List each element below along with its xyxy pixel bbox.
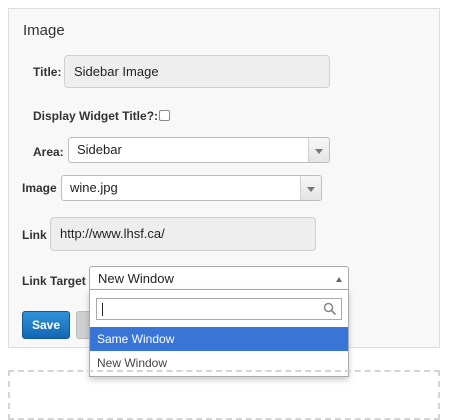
chevron-down-icon	[307, 187, 315, 192]
save-button[interactable]: Save	[22, 311, 70, 339]
link-target-value: New Window	[98, 271, 174, 286]
image-label: Image	[22, 181, 57, 195]
area-label: Area:	[33, 145, 64, 159]
link-target-dropdown: Same Window New Window	[89, 289, 349, 377]
link-label: Link	[22, 228, 47, 242]
dropdown-option-same-window[interactable]: Same Window	[90, 327, 348, 351]
image-select-arrow[interactable]	[300, 176, 321, 200]
link-field[interactable]: http://www.lhsf.ca/	[50, 217, 316, 251]
text-cursor	[102, 303, 103, 316]
display-title-checkbox[interactable]	[159, 110, 170, 121]
link-value: http://www.lhsf.ca/	[60, 226, 165, 241]
secondary-button[interactable]	[76, 311, 90, 339]
image-value: wine.jpg	[70, 180, 118, 195]
title-value: Sidebar Image	[74, 64, 159, 79]
image-select[interactable]: wine.jpg	[61, 175, 322, 201]
link-target-label: Link Target	[22, 274, 86, 288]
dropdown-search-input[interactable]	[96, 298, 342, 320]
title-label: Title:	[33, 65, 62, 79]
widget-title: Image	[23, 22, 65, 39]
search-icon	[323, 302, 337, 316]
chevron-up-icon	[336, 277, 342, 282]
display-title-label: Display Widget Title?:	[33, 109, 159, 123]
area-select[interactable]: Sidebar	[68, 137, 330, 163]
chevron-down-icon	[315, 149, 323, 154]
title-field[interactable]: Sidebar Image	[64, 55, 330, 88]
area-value: Sidebar	[77, 142, 122, 157]
widget-drop-area	[8, 370, 440, 420]
area-select-arrow[interactable]	[308, 138, 329, 162]
